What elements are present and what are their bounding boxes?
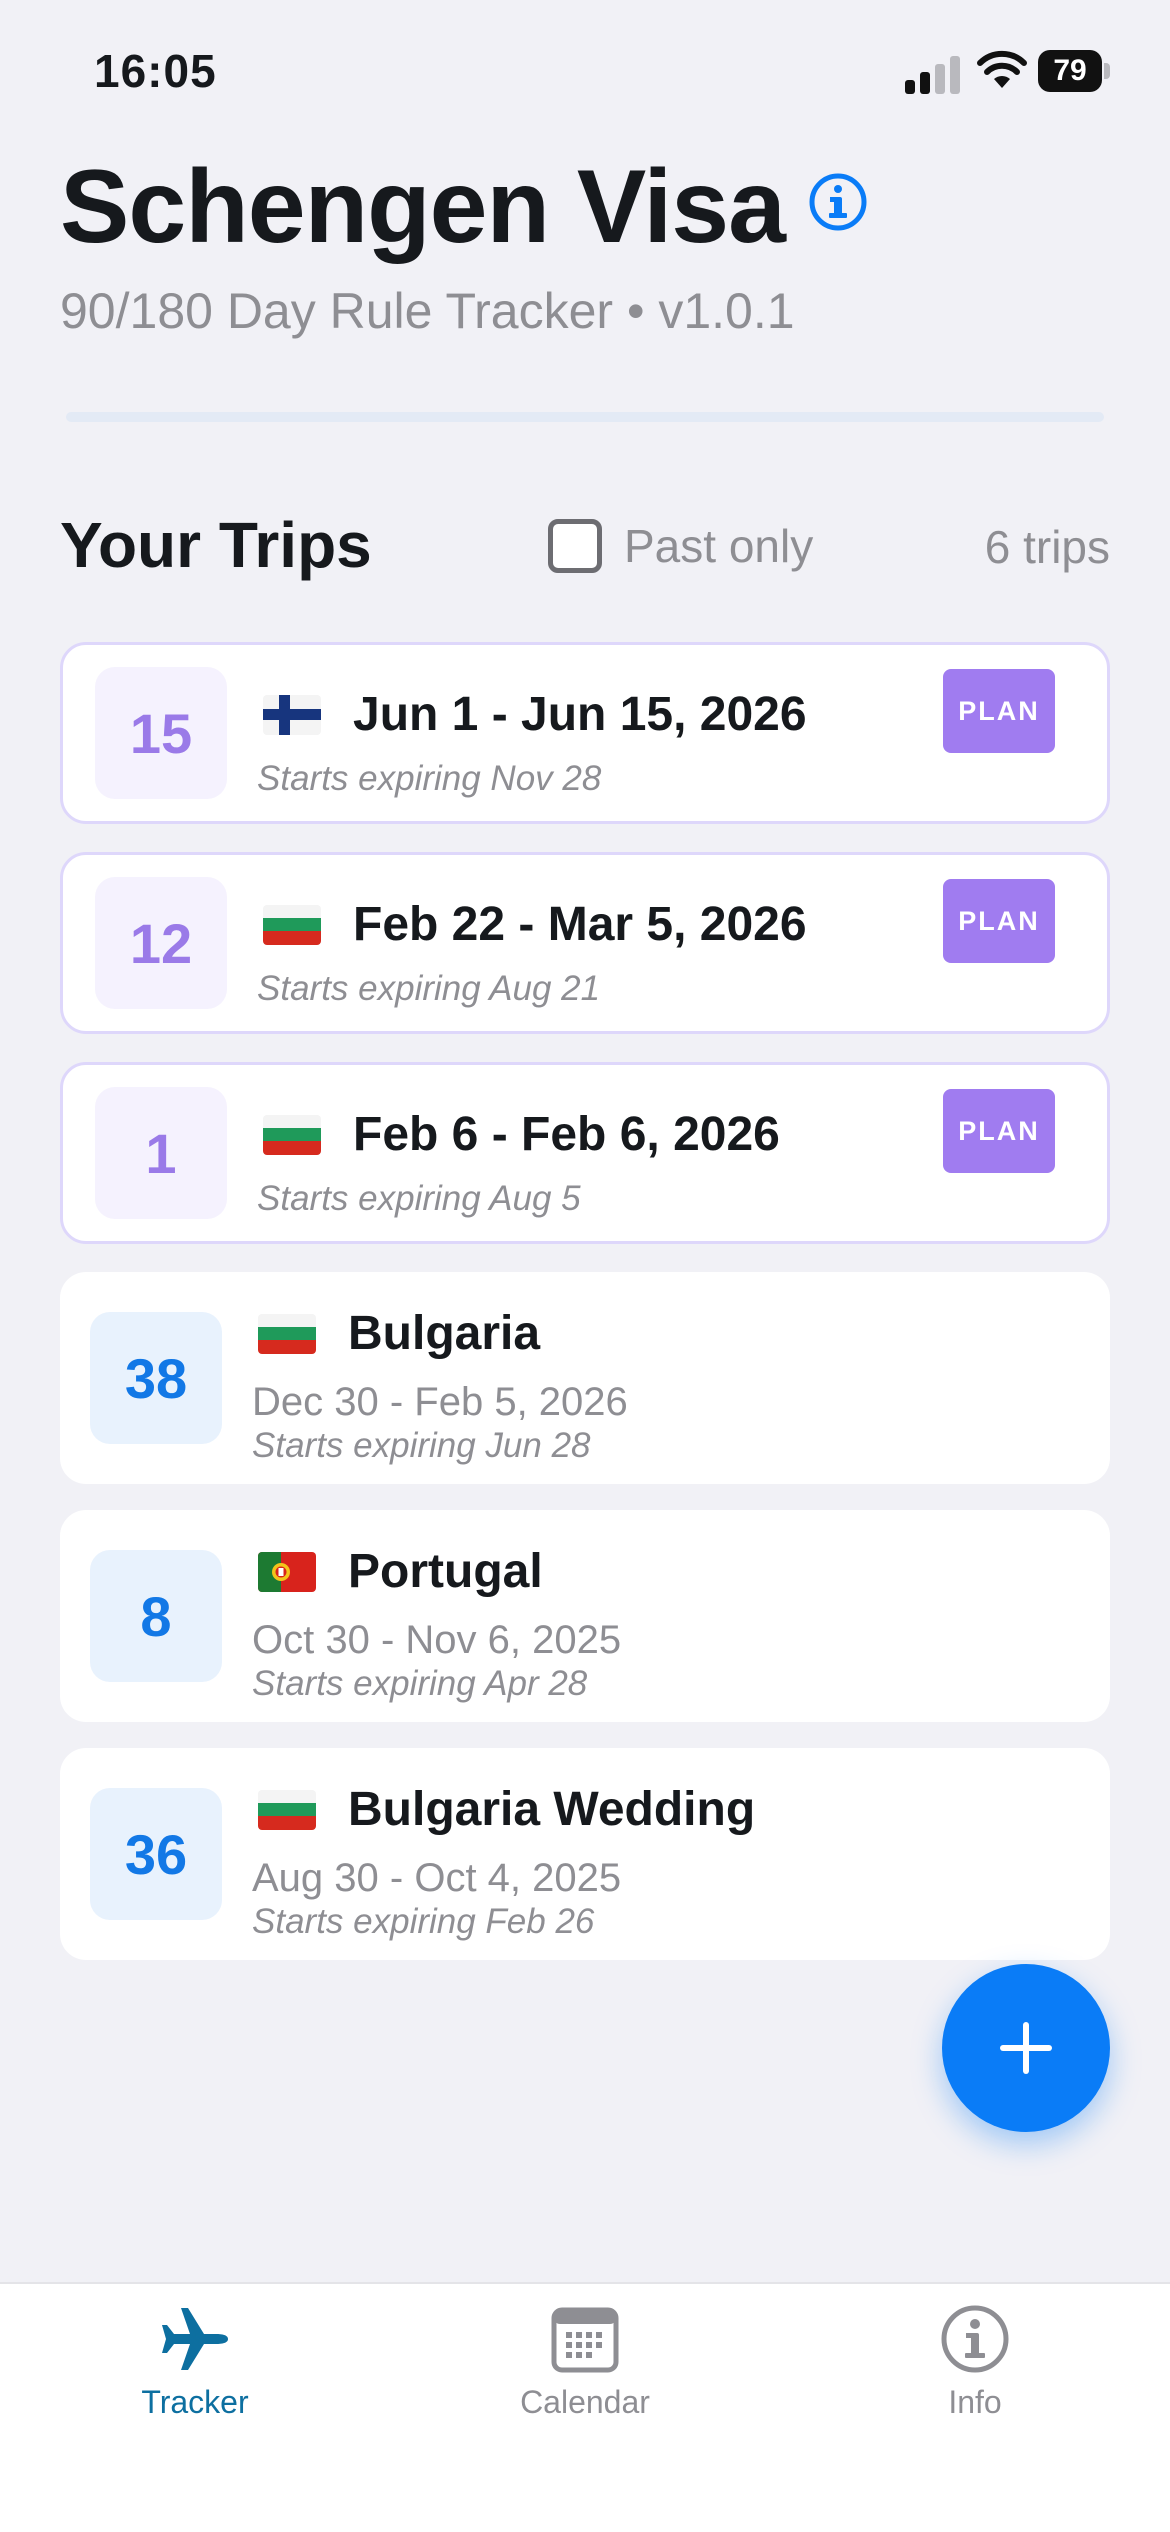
finland-flag-icon bbox=[263, 695, 321, 735]
calendar-icon bbox=[551, 2307, 619, 2373]
status-time: 16:05 bbox=[94, 45, 217, 97]
trip-title: Bulgaria bbox=[348, 1307, 541, 1360]
trip-expiry: Starts expiring Jun 28 bbox=[252, 1426, 591, 1465]
trip-day-count: 8 bbox=[90, 1550, 222, 1682]
trip-day-count: 38 bbox=[90, 1312, 222, 1444]
tab-label: Info bbox=[948, 2384, 1002, 2420]
trip-title: Portugal bbox=[348, 1545, 543, 1598]
trip-card[interactable]: 15 Jun 1 - Jun 15, 2026 Starts expiring … bbox=[60, 642, 1110, 824]
info-icon bbox=[941, 2305, 1009, 2373]
tab-label: Tracker bbox=[141, 2384, 249, 2420]
trip-dates: Dec 30 - Feb 5, 2026 bbox=[252, 1380, 628, 1424]
trip-count: 6 trips bbox=[984, 521, 1110, 573]
trip-day-count: 36 bbox=[90, 1788, 222, 1920]
trip-title: Feb 22 - Mar 5, 2026 bbox=[353, 898, 807, 951]
trip-expiry: Starts expiring Aug 21 bbox=[257, 969, 601, 1008]
info-icon[interactable] bbox=[808, 172, 868, 232]
bulgaria-flag-icon bbox=[263, 905, 321, 945]
trip-expiry: Starts expiring Nov 28 bbox=[257, 759, 602, 798]
trip-expiry: Starts expiring Apr 28 bbox=[252, 1664, 588, 1703]
tab-tracker[interactable]: Tracker bbox=[0, 2284, 390, 2484]
trip-day-count: 1 bbox=[95, 1087, 227, 1219]
page-title: Schengen Visa bbox=[60, 149, 786, 265]
trip-card[interactable]: 36 Bulgaria Wedding Aug 30 - Oct 4, 2025… bbox=[60, 1748, 1110, 1960]
bulgaria-flag-icon bbox=[258, 1314, 316, 1354]
battery-icon: 79 bbox=[1038, 50, 1110, 92]
trip-day-count: 15 bbox=[95, 667, 227, 799]
portugal-flag-icon bbox=[258, 1552, 316, 1592]
progress-divider bbox=[66, 412, 1104, 422]
trip-expiry: Starts expiring Feb 26 bbox=[252, 1902, 595, 1941]
trip-dates: Oct 30 - Nov 6, 2025 bbox=[252, 1618, 622, 1662]
trip-dates: Aug 30 - Oct 4, 2025 bbox=[252, 1856, 622, 1900]
past-only-checkbox[interactable] bbox=[548, 519, 602, 573]
airplane-icon bbox=[162, 2308, 228, 2370]
trip-title: Feb 6 - Feb 6, 2026 bbox=[353, 1108, 780, 1161]
bulgaria-flag-icon bbox=[258, 1790, 316, 1830]
add-trip-button[interactable] bbox=[942, 1964, 1110, 2132]
trip-card[interactable]: 38 Bulgaria Dec 30 - Feb 5, 2026 Starts … bbox=[60, 1272, 1110, 1484]
past-only-label: Past only bbox=[624, 520, 814, 572]
trip-card[interactable]: 1 Feb 6 - Feb 6, 2026 Starts expiring Au… bbox=[60, 1062, 1110, 1244]
tab-calendar[interactable]: Calendar bbox=[390, 2284, 780, 2484]
battery-percent: 79 bbox=[1053, 54, 1087, 87]
trip-expiry: Starts expiring Aug 5 bbox=[257, 1179, 581, 1218]
wifi-icon bbox=[977, 50, 1027, 88]
page-subtitle: 90/180 Day Rule Tracker • v1.0.1 bbox=[60, 283, 795, 339]
plan-badge: PLAN bbox=[943, 669, 1055, 753]
status-bar: 16:05 79 bbox=[0, 0, 1170, 150]
bulgaria-flag-icon bbox=[263, 1115, 321, 1155]
cellular-signal-icon bbox=[905, 54, 961, 94]
tab-info[interactable]: Info bbox=[780, 2284, 1170, 2484]
plan-badge: PLAN bbox=[943, 1089, 1055, 1173]
plan-badge: PLAN bbox=[943, 879, 1055, 963]
section-title: Your Trips bbox=[60, 509, 372, 581]
trip-list: 15 Jun 1 - Jun 15, 2026 Starts expiring … bbox=[60, 642, 1110, 1986]
tab-label: Calendar bbox=[520, 2384, 650, 2420]
trip-title: Bulgaria Wedding bbox=[348, 1783, 756, 1836]
trip-card[interactable]: 8 Portugal Oct 30 - Nov 6, 2025 Starts e… bbox=[60, 1510, 1110, 1722]
plus-icon bbox=[1000, 2022, 1052, 2074]
trip-card[interactable]: 12 Feb 22 - Mar 5, 2026 Starts expiring … bbox=[60, 852, 1110, 1034]
trip-day-count: 12 bbox=[95, 877, 227, 1009]
tab-bar: Tracker Calendar Info bbox=[0, 2282, 1170, 2532]
past-only-filter[interactable]: Past only bbox=[548, 516, 813, 576]
trip-title: Jun 1 - Jun 15, 2026 bbox=[353, 688, 807, 741]
